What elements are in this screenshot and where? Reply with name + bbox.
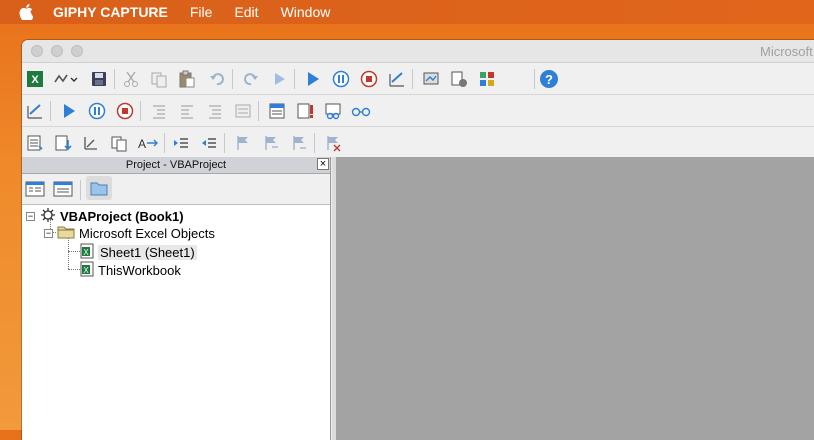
tree-folder-label: Microsoft Excel Objects: [79, 226, 215, 241]
redo-icon[interactable]: [240, 68, 262, 90]
bookmark-icon[interactable]: [232, 132, 254, 154]
tree-node-thisworkbook[interactable]: X ThisWorkbook: [80, 261, 181, 280]
run-icon-disabled[interactable]: [268, 68, 290, 90]
collapse-icon[interactable]: −: [44, 229, 53, 238]
quick-info-icon[interactable]: [294, 100, 316, 122]
menu-file[interactable]: File: [190, 4, 213, 20]
folder-icon: [57, 225, 75, 242]
toggle-folders-icon[interactable]: [86, 176, 112, 200]
glasses-icon[interactable]: [350, 100, 372, 122]
comment-icon[interactable]: [204, 100, 226, 122]
outdent-icon[interactable]: [198, 132, 220, 154]
indent-icon[interactable]: [148, 100, 170, 122]
project-explorer-pane: Project - VBAProject × − VBAProject (Boo…: [22, 157, 331, 440]
step-icon[interactable]: [52, 132, 74, 154]
debug-toolbar: A: [22, 127, 814, 159]
close-icon[interactable]: ×: [317, 158, 329, 170]
outdent-icon[interactable]: [176, 100, 198, 122]
svg-text:X: X: [31, 74, 39, 86]
minimize-window-button[interactable]: [51, 45, 63, 57]
view-code-icon[interactable]: [24, 178, 46, 200]
prev-bookmark-icon[interactable]: [288, 132, 310, 154]
stop-icon[interactable]: [358, 68, 380, 90]
app-menu[interactable]: GIPHY CAPTURE: [53, 4, 168, 20]
menu-bar: GIPHY CAPTURE File Edit Window: [0, 0, 814, 24]
workbook-icon: X: [80, 261, 94, 280]
parameter-icon[interactable]: [108, 132, 130, 154]
project-explorer-icon[interactable]: [420, 68, 442, 90]
menu-window[interactable]: Window: [281, 4, 331, 20]
tree-item-label: ThisWorkbook: [98, 263, 181, 278]
insert-userform-icon[interactable]: [52, 68, 80, 90]
save-icon[interactable]: [88, 68, 110, 90]
svg-text:A: A: [138, 137, 146, 151]
tree-root-label: VBAProject (Book1): [60, 209, 184, 224]
undo-icon[interactable]: [206, 68, 228, 90]
window-title: Microsoft: [760, 44, 813, 59]
vba-editor-window: Microsoft X ? A Project - VBAProject × −…: [22, 40, 814, 440]
properties-icon[interactable]: [448, 68, 470, 90]
help-icon[interactable]: ?: [538, 68, 560, 90]
pause-icon[interactable]: [86, 100, 108, 122]
indent-icon[interactable]: [170, 132, 192, 154]
paste-icon[interactable]: [176, 68, 198, 90]
watch-icon[interactable]: [322, 100, 344, 122]
svg-text:X: X: [83, 248, 89, 257]
excel-icon[interactable]: X: [24, 68, 46, 90]
tree-node-folder[interactable]: − Microsoft Excel Objects: [44, 225, 215, 242]
svg-text:?: ?: [545, 72, 553, 87]
next-bookmark-icon[interactable]: [260, 132, 282, 154]
run-icon[interactable]: [58, 100, 80, 122]
list-icon[interactable]: [24, 132, 46, 154]
close-window-button[interactable]: [31, 45, 43, 57]
pause-icon[interactable]: [330, 68, 352, 90]
tree-item-label: Sheet1 (Sheet1): [98, 245, 197, 260]
project-pane-header: Project - VBAProject ×: [22, 157, 330, 174]
project-pane-title: Project - VBAProject: [125, 159, 227, 171]
tree-node-root[interactable]: − VBAProject (Book1): [26, 207, 184, 226]
apple-icon[interactable]: [19, 4, 35, 20]
list-properties-icon[interactable]: [266, 100, 288, 122]
svg-text:X: X: [83, 266, 89, 275]
ab-arrow-icon[interactable]: A: [136, 132, 162, 154]
standard-toolbar: X ?: [22, 63, 814, 95]
object-browser-icon[interactable]: [476, 68, 498, 90]
title-bar: Microsoft: [22, 40, 814, 63]
complete-word-icon[interactable]: [80, 132, 102, 154]
view-object-icon[interactable]: [52, 178, 74, 200]
clear-bookmarks-icon[interactable]: [322, 132, 344, 154]
edit-toolbar: [22, 95, 814, 127]
worksheet-icon: X: [80, 243, 94, 262]
uncomment-icon[interactable]: [232, 100, 254, 122]
tree-node-sheet1[interactable]: X Sheet1 (Sheet1): [80, 243, 197, 262]
code-window-area[interactable]: [332, 157, 814, 440]
design-mode-icon[interactable]: [386, 68, 408, 90]
cut-icon[interactable]: [120, 68, 142, 90]
menu-edit[interactable]: Edit: [234, 4, 258, 20]
run-icon[interactable]: [302, 68, 324, 90]
window-controls: [31, 45, 83, 57]
project-pane-toolbar: [22, 174, 330, 205]
zoom-window-button[interactable]: [71, 45, 83, 57]
stop-icon[interactable]: [114, 100, 136, 122]
collapse-icon[interactable]: −: [26, 212, 35, 221]
vba-project-icon: [40, 207, 56, 226]
project-tree: − VBAProject (Book1) − Microsoft Excel O…: [22, 205, 330, 440]
copy-icon[interactable]: [148, 68, 170, 90]
design-mode-icon[interactable]: [24, 100, 46, 122]
